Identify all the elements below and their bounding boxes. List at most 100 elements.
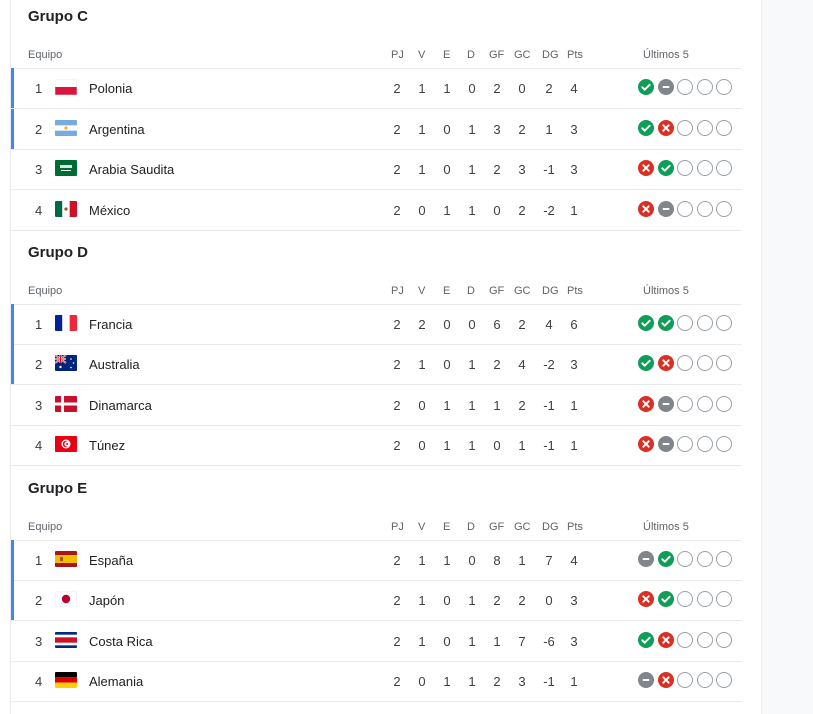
header-gf: GF	[489, 285, 505, 297]
stat-v: 1	[418, 357, 426, 372]
stat-v: 0	[418, 438, 426, 453]
loss-x-icon[interactable]	[638, 591, 654, 607]
stat-d: 1	[468, 438, 476, 453]
loss-x-icon[interactable]	[638, 160, 654, 176]
draw-minus-icon[interactable]	[638, 551, 654, 567]
stat-gc: 3	[518, 162, 526, 177]
flag-argentina-icon	[55, 120, 77, 136]
stat-gf: 2	[493, 357, 501, 372]
table-row[interactable]: 4 Alemania 2 0 1 1 2 3 -1 1	[11, 661, 742, 702]
stat-pj: 2	[393, 438, 401, 453]
table-row[interactable]: 4 Túnez 2 0 1 1 0 1 -1 1	[11, 425, 742, 466]
table-row[interactable]: 1 Francia 2 2 0 0 6 2 4 6	[11, 304, 742, 345]
header-d: D	[467, 521, 475, 533]
stat-dg: -2	[543, 203, 555, 218]
table-row[interactable]: 2 Japón 2 1 0 1 2 2 0 3	[11, 580, 742, 621]
stat-d: 0	[468, 81, 476, 96]
stat-pj: 2	[393, 553, 401, 568]
loss-x-icon[interactable]	[657, 672, 674, 688]
empty-result-icon	[716, 551, 732, 567]
header-d: D	[467, 285, 475, 297]
team-name-link[interactable]: Arabia Saudita	[89, 162, 174, 177]
stat-gc: 2	[518, 398, 526, 413]
table-header: Equipo PJ V E D GF GC DG Pts Últimos 5	[11, 42, 741, 69]
table-row[interactable]: 1 Polonia 2 1 1 0 2 0 2 4	[11, 68, 742, 109]
draw-minus-icon[interactable]	[657, 201, 674, 217]
team-name-link[interactable]: Francia	[89, 317, 132, 332]
empty-result-icon	[716, 436, 732, 452]
stat-d: 1	[468, 162, 476, 177]
table-row[interactable]: 4 México 2 0 1 1 0 2 -2 1	[11, 190, 742, 231]
win-check-icon[interactable]	[638, 632, 654, 648]
stat-gc: 1	[518, 438, 526, 453]
stat-v: 0	[418, 674, 426, 689]
position-number: 3	[35, 634, 43, 649]
header-d: D	[467, 49, 475, 61]
flag-denmark-icon	[55, 396, 77, 412]
position-number: 4	[35, 438, 43, 453]
team-name-link[interactable]: Argentina	[89, 122, 145, 137]
table-row[interactable]: 2 Argentina 2 1 0 1 3 2 1 3	[11, 109, 742, 150]
team-name-link[interactable]: Alemania	[89, 674, 143, 689]
table-row[interactable]: 2 Australia 2 1 0 1 2 4 -2 3	[11, 344, 742, 385]
stat-e: 1	[443, 81, 451, 96]
stat-v: 1	[418, 122, 426, 137]
team-name-link[interactable]: Japón	[89, 593, 124, 608]
draw-minus-icon[interactable]	[657, 396, 674, 412]
win-check-icon[interactable]	[638, 79, 654, 95]
header-last5: Últimos 5	[643, 285, 689, 297]
flag-australia-icon	[55, 355, 77, 371]
loss-x-icon[interactable]	[638, 396, 654, 412]
table-row[interactable]: 1 España 2 1 1 0 8 1 7 4	[11, 540, 742, 581]
header-team: Equipo	[28, 49, 63, 61]
win-check-icon[interactable]	[657, 160, 674, 176]
flag-japan-icon	[55, 591, 77, 607]
empty-result-icon	[677, 160, 693, 176]
win-check-icon[interactable]	[657, 315, 674, 331]
stat-gc: 2	[518, 317, 526, 332]
stat-gc: 1	[518, 553, 526, 568]
empty-result-icon	[716, 396, 732, 412]
stat-v: 0	[418, 398, 426, 413]
team-name-link[interactable]: Costa Rica	[89, 634, 153, 649]
table-row[interactable]: 3 Costa Rica 2 1 0 1 1 7 -6 3	[11, 621, 742, 662]
stat-v: 1	[418, 553, 426, 568]
win-check-icon[interactable]	[638, 355, 654, 371]
draw-minus-icon[interactable]	[657, 436, 674, 452]
win-check-icon[interactable]	[638, 315, 654, 331]
stat-gf: 0	[493, 203, 501, 218]
team-name-link[interactable]: Túnez	[89, 438, 125, 453]
draw-minus-icon[interactable]	[638, 672, 654, 688]
header-e: E	[443, 521, 451, 533]
header-pj: PJ	[391, 285, 404, 297]
team-name-link[interactable]: Dinamarca	[89, 398, 152, 413]
table-row[interactable]: 3 Arabia Saudita 2 1 0 1 2 3 -1 3	[11, 149, 742, 190]
group-title: Grupo D	[28, 244, 88, 261]
win-check-icon[interactable]	[657, 551, 674, 567]
loss-x-icon[interactable]	[657, 632, 674, 648]
flag-germany-icon	[55, 672, 77, 688]
team-name-link[interactable]: Polonia	[89, 81, 132, 96]
empty-result-icon	[677, 551, 693, 567]
loss-x-icon[interactable]	[657, 120, 674, 136]
empty-result-icon	[677, 120, 693, 136]
win-check-icon[interactable]	[638, 120, 654, 136]
loss-x-icon[interactable]	[638, 201, 654, 217]
position-number: 1	[35, 317, 43, 332]
team-name-link[interactable]: México	[89, 203, 130, 218]
stat-v: 1	[418, 162, 426, 177]
stat-pts: 4	[570, 553, 578, 568]
team-name-link[interactable]: España	[89, 553, 133, 568]
empty-result-icon	[677, 79, 693, 95]
loss-x-icon[interactable]	[638, 436, 654, 452]
table-row[interactable]: 3 Dinamarca 2 0 1 1 1 2 -1 1	[11, 385, 742, 426]
stat-pj: 2	[393, 81, 401, 96]
draw-minus-icon[interactable]	[657, 79, 674, 95]
stat-pts: 6	[570, 317, 578, 332]
loss-x-icon[interactable]	[657, 355, 674, 371]
stat-e: 1	[443, 398, 451, 413]
header-pts: Pts	[567, 49, 583, 61]
win-check-icon[interactable]	[657, 591, 674, 607]
team-name-link[interactable]: Australia	[89, 357, 140, 372]
header-dg: DG	[542, 285, 559, 297]
